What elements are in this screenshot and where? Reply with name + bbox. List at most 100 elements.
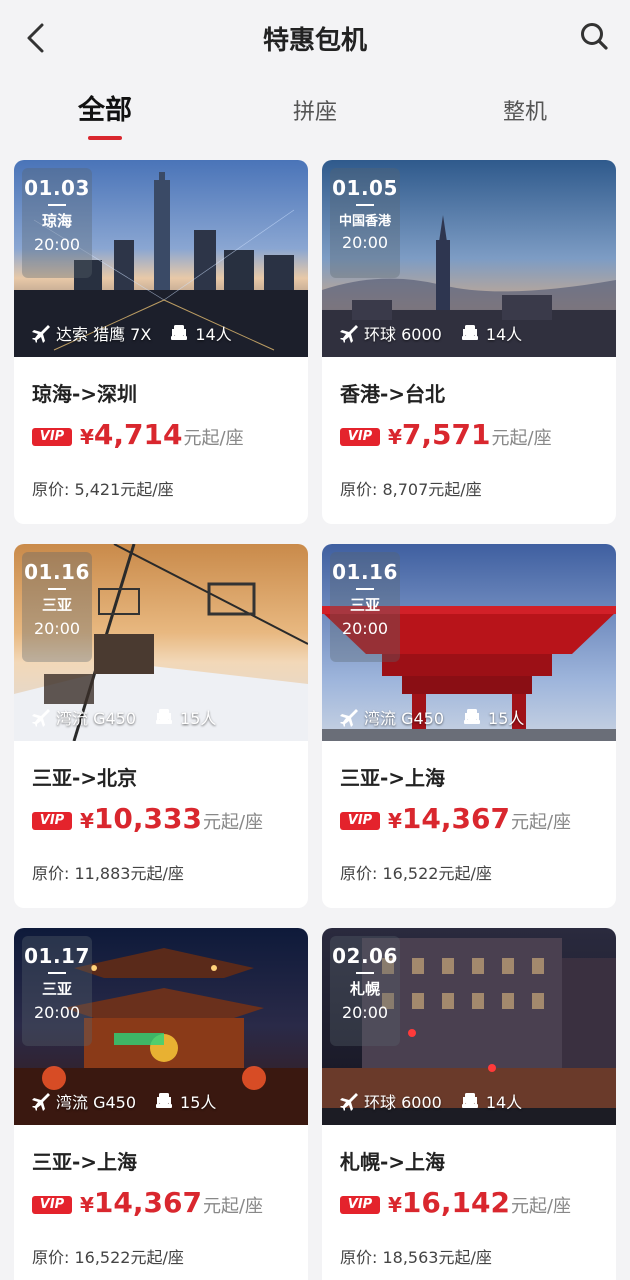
vip-price: 16,142 (401, 1186, 510, 1219)
active-tab-indicator (88, 136, 122, 140)
departure-info: 01.05 中国香港 20:00 (330, 168, 400, 278)
aircraft-model: 达索 猎鹰 7X (56, 325, 152, 344)
currency-symbol: ¥ (80, 809, 94, 833)
vip-badge: VIP (340, 1196, 380, 1214)
currency-symbol: ¥ (388, 809, 402, 833)
destination-photo: 01.05 中国香港 20:00 环球 6000 14人 (322, 160, 616, 357)
aircraft-model: 湾流 G450 (56, 1093, 137, 1112)
search-button[interactable] (574, 16, 614, 56)
departure-city: 三亚 (349, 596, 380, 614)
currency-symbol: ¥ (80, 1193, 94, 1217)
filter-tabs: 全部 拼座 整机 (0, 80, 630, 142)
seat-icon (156, 1093, 173, 1108)
route-title: 琼海->深圳 (32, 382, 138, 406)
departure-date: 01.05 (332, 176, 398, 200)
departure-city: 三亚 (41, 980, 72, 998)
aircraft-info: 湾流 G450 15人 (30, 705, 216, 729)
seat-count: 14人 (195, 325, 232, 344)
departure-time: 20:00 (341, 1003, 389, 1022)
vip-price: 14,367 (401, 802, 510, 835)
departure-info: 01.16 三亚 20:00 (22, 552, 92, 662)
departure-info: 01.16 三亚 20:00 (330, 552, 400, 662)
departure-time: 20:00 (33, 235, 81, 254)
destination-photo: 02.06 札幌 20:00 环球 6000 14人 (322, 928, 616, 1125)
price-row: VIP ¥ 7,571 元起/座 (340, 418, 552, 456)
destination-photo: 01.17 三亚 20:00 湾流 G450 15人 (14, 928, 308, 1125)
aircraft-model: 湾流 G450 (364, 709, 445, 728)
price-row: VIP ¥ 10,333 元起/座 (32, 802, 263, 840)
flight-deal-card[interactable]: 01.16 三亚 20:00 湾流 G450 15人 三亚->北京 VIP ¥ … (14, 544, 308, 908)
aircraft-info: 达索 猎鹰 7X 14人 (30, 321, 232, 345)
flight-deal-card[interactable]: 01.03 琼海 20:00 达索 猎鹰 7X 14人 琼海->深圳 VIP ¥… (14, 160, 308, 524)
departure-city: 三亚 (41, 596, 72, 614)
original-price: 原价: 11,883元起/座 (32, 864, 184, 883)
departure-date: 01.16 (24, 560, 90, 584)
vip-badge: VIP (32, 1196, 72, 1214)
price-unit: 元起/座 (510, 1196, 572, 1217)
route-title: 香港->台北 (340, 382, 446, 406)
airplane-icon (32, 709, 50, 727)
back-button[interactable] (18, 18, 52, 58)
departure-city: 中国香港 (338, 214, 391, 229)
seat-icon (461, 1093, 478, 1108)
seat-count: 15人 (180, 709, 217, 728)
price-unit: 元起/座 (202, 812, 264, 833)
aircraft-model: 环球 6000 (364, 325, 442, 344)
aircraft-model: 环球 6000 (364, 1093, 442, 1112)
flight-deal-card[interactable]: 01.16 三亚 20:00 湾流 G450 15人 三亚->上海 VIP ¥ … (322, 544, 616, 908)
aircraft-info: 环球 6000 14人 (338, 1089, 522, 1113)
vip-badge: VIP (340, 812, 380, 830)
price-unit: 元起/座 (202, 1196, 264, 1217)
price-row: VIP ¥ 4,714 元起/座 (32, 418, 244, 456)
departure-info: 01.17 三亚 20:00 (22, 936, 92, 1046)
aircraft-info: 环球 6000 14人 (338, 321, 522, 345)
destination-photo: 01.16 三亚 20:00 湾流 G450 15人 (14, 544, 308, 741)
flight-deal-card[interactable]: 02.06 札幌 20:00 环球 6000 14人 札幌->上海 VIP ¥ … (322, 928, 616, 1280)
departure-time: 20:00 (341, 233, 389, 252)
flight-deal-card[interactable]: 01.05 中国香港 20:00 环球 6000 14人 香港->台北 VIP … (322, 160, 616, 524)
route-title: 三亚->上海 (340, 766, 446, 790)
seat-icon (156, 709, 173, 724)
flight-deal-card[interactable]: 01.17 三亚 20:00 湾流 G450 15人 三亚->上海 VIP ¥ … (14, 928, 308, 1280)
original-price: 原价: 16,522元起/座 (32, 1248, 184, 1267)
tab-label: 整机 (502, 100, 547, 125)
price-row: VIP ¥ 14,367 元起/座 (340, 802, 571, 840)
departure-date: 02.06 (332, 944, 398, 968)
original-price: 原价: 18,563元起/座 (340, 1248, 492, 1267)
seat-icon (171, 325, 188, 340)
vip-price: 14,367 (93, 1186, 202, 1219)
airplane-icon (340, 1093, 358, 1111)
tab-whole-aircraft[interactable]: 整机 (465, 94, 585, 144)
original-price: 原价: 16,522元起/座 (340, 864, 492, 883)
chevron-left-icon (27, 23, 44, 53)
tab-shared-seat[interactable]: 拼座 (255, 94, 375, 144)
price-unit: 元起/座 (491, 428, 552, 449)
currency-symbol: ¥ (388, 1193, 402, 1217)
tab-label: 拼座 (292, 100, 337, 125)
vip-badge: VIP (32, 812, 72, 830)
departure-time: 20:00 (33, 619, 81, 638)
top-bar: 特惠包机 (0, 0, 630, 76)
vip-badge: VIP (340, 428, 380, 446)
departure-date: 01.16 (332, 560, 398, 584)
departure-info: 02.06 札幌 20:00 (330, 936, 400, 1046)
destination-photo: 01.16 三亚 20:00 湾流 G450 15人 (322, 544, 616, 741)
seat-count: 14人 (485, 1093, 523, 1112)
departure-info: 01.03 琼海 20:00 (22, 168, 92, 278)
seat-icon (461, 325, 478, 340)
search-icon (581, 23, 608, 50)
aircraft-info: 湾流 G450 15人 (338, 705, 524, 729)
tab-label: 全部 (78, 95, 132, 126)
vip-price: 10,333 (93, 802, 202, 835)
page-title: 特惠包机 (262, 26, 367, 56)
vip-price: 7,571 (401, 418, 491, 451)
departure-time: 20:00 (341, 619, 389, 638)
airplane-icon (340, 325, 358, 343)
original-price: 原价: 5,421元起/座 (32, 480, 174, 499)
airplane-icon (32, 1093, 50, 1111)
destination-photo: 01.03 琼海 20:00 达索 猎鹰 7X 14人 (14, 160, 308, 357)
price-row: VIP ¥ 14,367 元起/座 (32, 1186, 263, 1224)
tab-all[interactable]: 全部 (45, 88, 165, 140)
aircraft-model: 湾流 G450 (56, 709, 137, 728)
departure-date: 01.03 (24, 176, 90, 200)
